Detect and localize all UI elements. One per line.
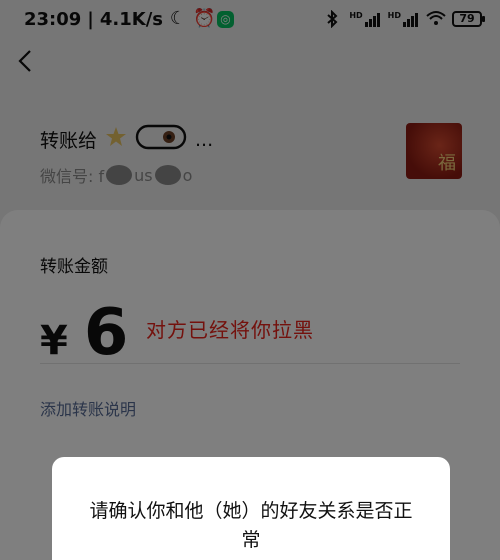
- dialog-message: 请确认你和他（她）的好友关系是否正常: [89, 500, 413, 551]
- confirm-dialog: 请确认你和他（她）的好友关系是否正常: [52, 457, 450, 560]
